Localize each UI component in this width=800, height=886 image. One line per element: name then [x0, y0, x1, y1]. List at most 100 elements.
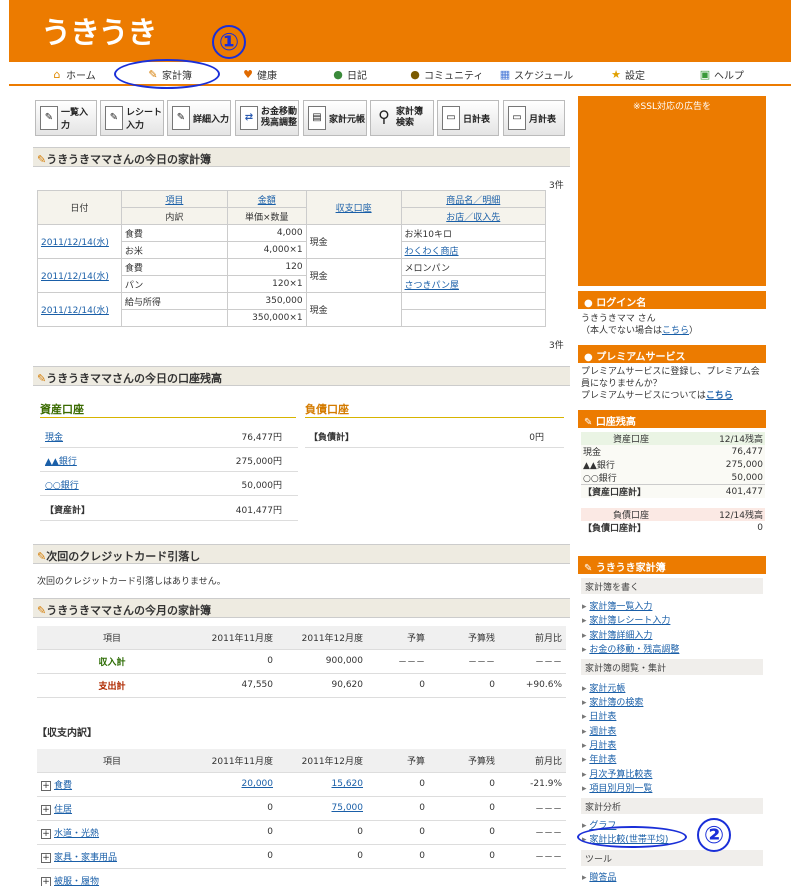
cell: －－－	[499, 796, 566, 821]
asset-name-link[interactable]: ○○銀行	[45, 478, 79, 491]
category-link[interactable]: 被服・履物	[54, 877, 99, 886]
toolbar-money-move-button[interactable]: ⇄ お金移動 残高調整	[235, 100, 299, 136]
menu-link[interactable]: 家計簿レシート入力	[589, 616, 670, 626]
asset-name-link[interactable]: ▲▲銀行	[45, 454, 77, 467]
expand-plus-icon[interactable]: +	[41, 804, 51, 815]
expand-plus-icon[interactable]: +	[41, 780, 51, 791]
menu-link[interactable]: 月計表	[589, 741, 616, 751]
col-product-link[interactable]: 商品名／明細	[446, 196, 500, 206]
menu-link[interactable]: 家計元帳	[589, 684, 625, 694]
col-header: 項目	[37, 626, 187, 650]
premium-text: プレミアムサービスに登録し、プレミアム会員になりませんか？	[581, 367, 760, 389]
expand-plus-icon[interactable]: +	[41, 828, 51, 839]
entry-amount: 120	[226, 258, 307, 276]
credit-text: 次回のクレジットカード引落しはありません。	[37, 577, 226, 587]
col-item-link[interactable]: 項目	[165, 196, 183, 206]
entry-item: 食費	[120, 224, 228, 242]
cell: +90.6%	[499, 673, 566, 698]
menu-link[interactable]: 週計表	[589, 727, 616, 737]
category-link[interactable]: 住居	[54, 805, 72, 815]
value-link[interactable]: 20,000	[242, 779, 274, 789]
row-label: 収入計	[37, 649, 187, 674]
nav-home[interactable]: ⌂ ホーム	[51, 67, 96, 82]
menu-link[interactable]: 贈答品	[589, 873, 616, 883]
toolbar-daily-button[interactable]: ▭ 日計表	[437, 100, 499, 136]
ad-box: ※SSL対応の広告を	[578, 96, 766, 286]
assets-heading: 資産口座	[40, 401, 296, 418]
table-row: + 被服・履物	[37, 868, 566, 886]
value-link[interactable]: 75,000	[332, 803, 364, 813]
category-link[interactable]: 食費	[54, 781, 72, 791]
menu-link[interactable]: 家計簿詳細入力	[589, 631, 652, 641]
sidebar-debt-table: 負債口座 12/14残高 【負債口座計】 0	[581, 508, 765, 534]
analysis-subheader: 家計分析	[581, 798, 763, 814]
toolbar-ledger-button[interactable]: ▤ 家計元帳	[303, 100, 367, 136]
pencil-icon: ✎	[37, 153, 47, 166]
nav-health[interactable]: ♥ 健康	[242, 67, 277, 82]
menu-link[interactable]: 年計表	[589, 755, 616, 765]
pencil-icon: ✎	[37, 550, 47, 563]
menu-link[interactable]: 月次予算比較表	[589, 770, 652, 780]
table-row: 2011/12/14(水) 給与所得 350,000 現金	[37, 292, 547, 327]
col-header: 予算	[367, 749, 429, 773]
entry-amount: 4,000	[226, 224, 307, 242]
menu-link[interactable]: 家計簿一覧入力	[589, 602, 652, 612]
menu-link[interactable]: 家計簿の検索	[589, 698, 643, 708]
home-icon: ⌂	[53, 67, 61, 81]
ledger-book-icon: ▤	[308, 106, 326, 130]
entry-account: 現金	[305, 224, 402, 259]
cell: －－－	[429, 649, 499, 674]
entry-date-link[interactable]: 2011/12/14(水)	[41, 272, 109, 282]
menu-link[interactable]: 項目別月別一覧	[589, 784, 652, 794]
site-header: うきうき	[9, 0, 791, 62]
tool-subheader: ツール	[581, 850, 763, 866]
col-header: 前月比	[499, 626, 566, 650]
category-link[interactable]: 水道・光熱	[54, 829, 99, 839]
entry-date-link[interactable]: 2011/12/14(水)	[41, 238, 109, 248]
asset-total-row: 【資産計】 401,477円	[40, 503, 298, 521]
cell: -21.9%	[499, 772, 566, 797]
toolbar-detail-input-button[interactable]: ✎ 詳細入力	[167, 100, 231, 136]
site-logo[interactable]: うきうき	[41, 8, 157, 52]
toolbar-receipt-input-button[interactable]: ✎ レシート入力	[100, 100, 164, 136]
col-amount-link[interactable]: 金額	[258, 196, 276, 206]
entry-shop-link[interactable]: さつきパン屋	[405, 281, 459, 291]
today-count-top: 3件	[549, 181, 564, 191]
nav-help[interactable]: ▣ ヘルプ	[699, 67, 744, 82]
entry-date-link[interactable]: 2011/12/14(水)	[41, 306, 109, 316]
menu-link[interactable]: お金の移動・残高調整	[589, 645, 679, 655]
cell: 0	[367, 820, 429, 845]
login-header: ● ログイン名	[578, 291, 766, 309]
expand-plus-icon[interactable]: +	[41, 852, 51, 863]
entry-unit: 120×1	[226, 275, 307, 293]
entry-shop-link[interactable]: わくわく商店	[405, 247, 459, 257]
premium-link[interactable]: こちら	[706, 391, 733, 401]
asset-name-link[interactable]: 現金	[45, 430, 63, 443]
nav-settings[interactable]: ★ 設定	[610, 67, 645, 82]
col-account-link[interactable]: 収支口座	[336, 204, 372, 214]
nav-community[interactable]: ● コミュニティ	[409, 67, 483, 82]
table-row: 支出計 47,550 90,620 0 0 +90.6%	[37, 673, 566, 698]
nav-diary[interactable]: ● 日記	[332, 67, 367, 82]
col-shop-link[interactable]: お店／収入先	[446, 213, 500, 223]
table-row: 収入計 0 900,000 －－－ －－－ －－－	[37, 649, 566, 674]
asset-value: 275,000円	[235, 457, 282, 467]
heart-icon: ♥	[243, 67, 253, 81]
toolbar-search-button[interactable]: ⚲ 家計簿 検索	[370, 100, 434, 136]
category-link[interactable]: 家具・家事用品	[54, 853, 117, 863]
login-other-link[interactable]: こちら	[662, 326, 689, 336]
table-row: + 住居 0 75,000 0 0 －－－	[37, 796, 566, 821]
date-col: 12/14残高	[719, 435, 763, 445]
menu-link[interactable]: 日計表	[589, 712, 616, 722]
asset-row: 現金 76,477円	[40, 430, 298, 448]
toolbar-monthly-button[interactable]: ▭ 月計表	[503, 100, 565, 136]
toolbar-list-input-button[interactable]: ✎ 一覧入力	[35, 100, 97, 136]
value-link[interactable]: 15,620	[332, 779, 364, 789]
nav-schedule[interactable]: ▦ スケジュール	[499, 67, 574, 82]
login-note-close: ）	[689, 326, 699, 336]
expand-plus-icon[interactable]: +	[41, 876, 51, 886]
table-row: + 家具・家事用品 0 0 0 0 －－－	[37, 844, 566, 869]
write-subheader: 家計簿を書く	[581, 578, 763, 594]
bal-value: 275,000	[725, 459, 763, 470]
entry-unit: 350,000×1	[226, 309, 307, 327]
